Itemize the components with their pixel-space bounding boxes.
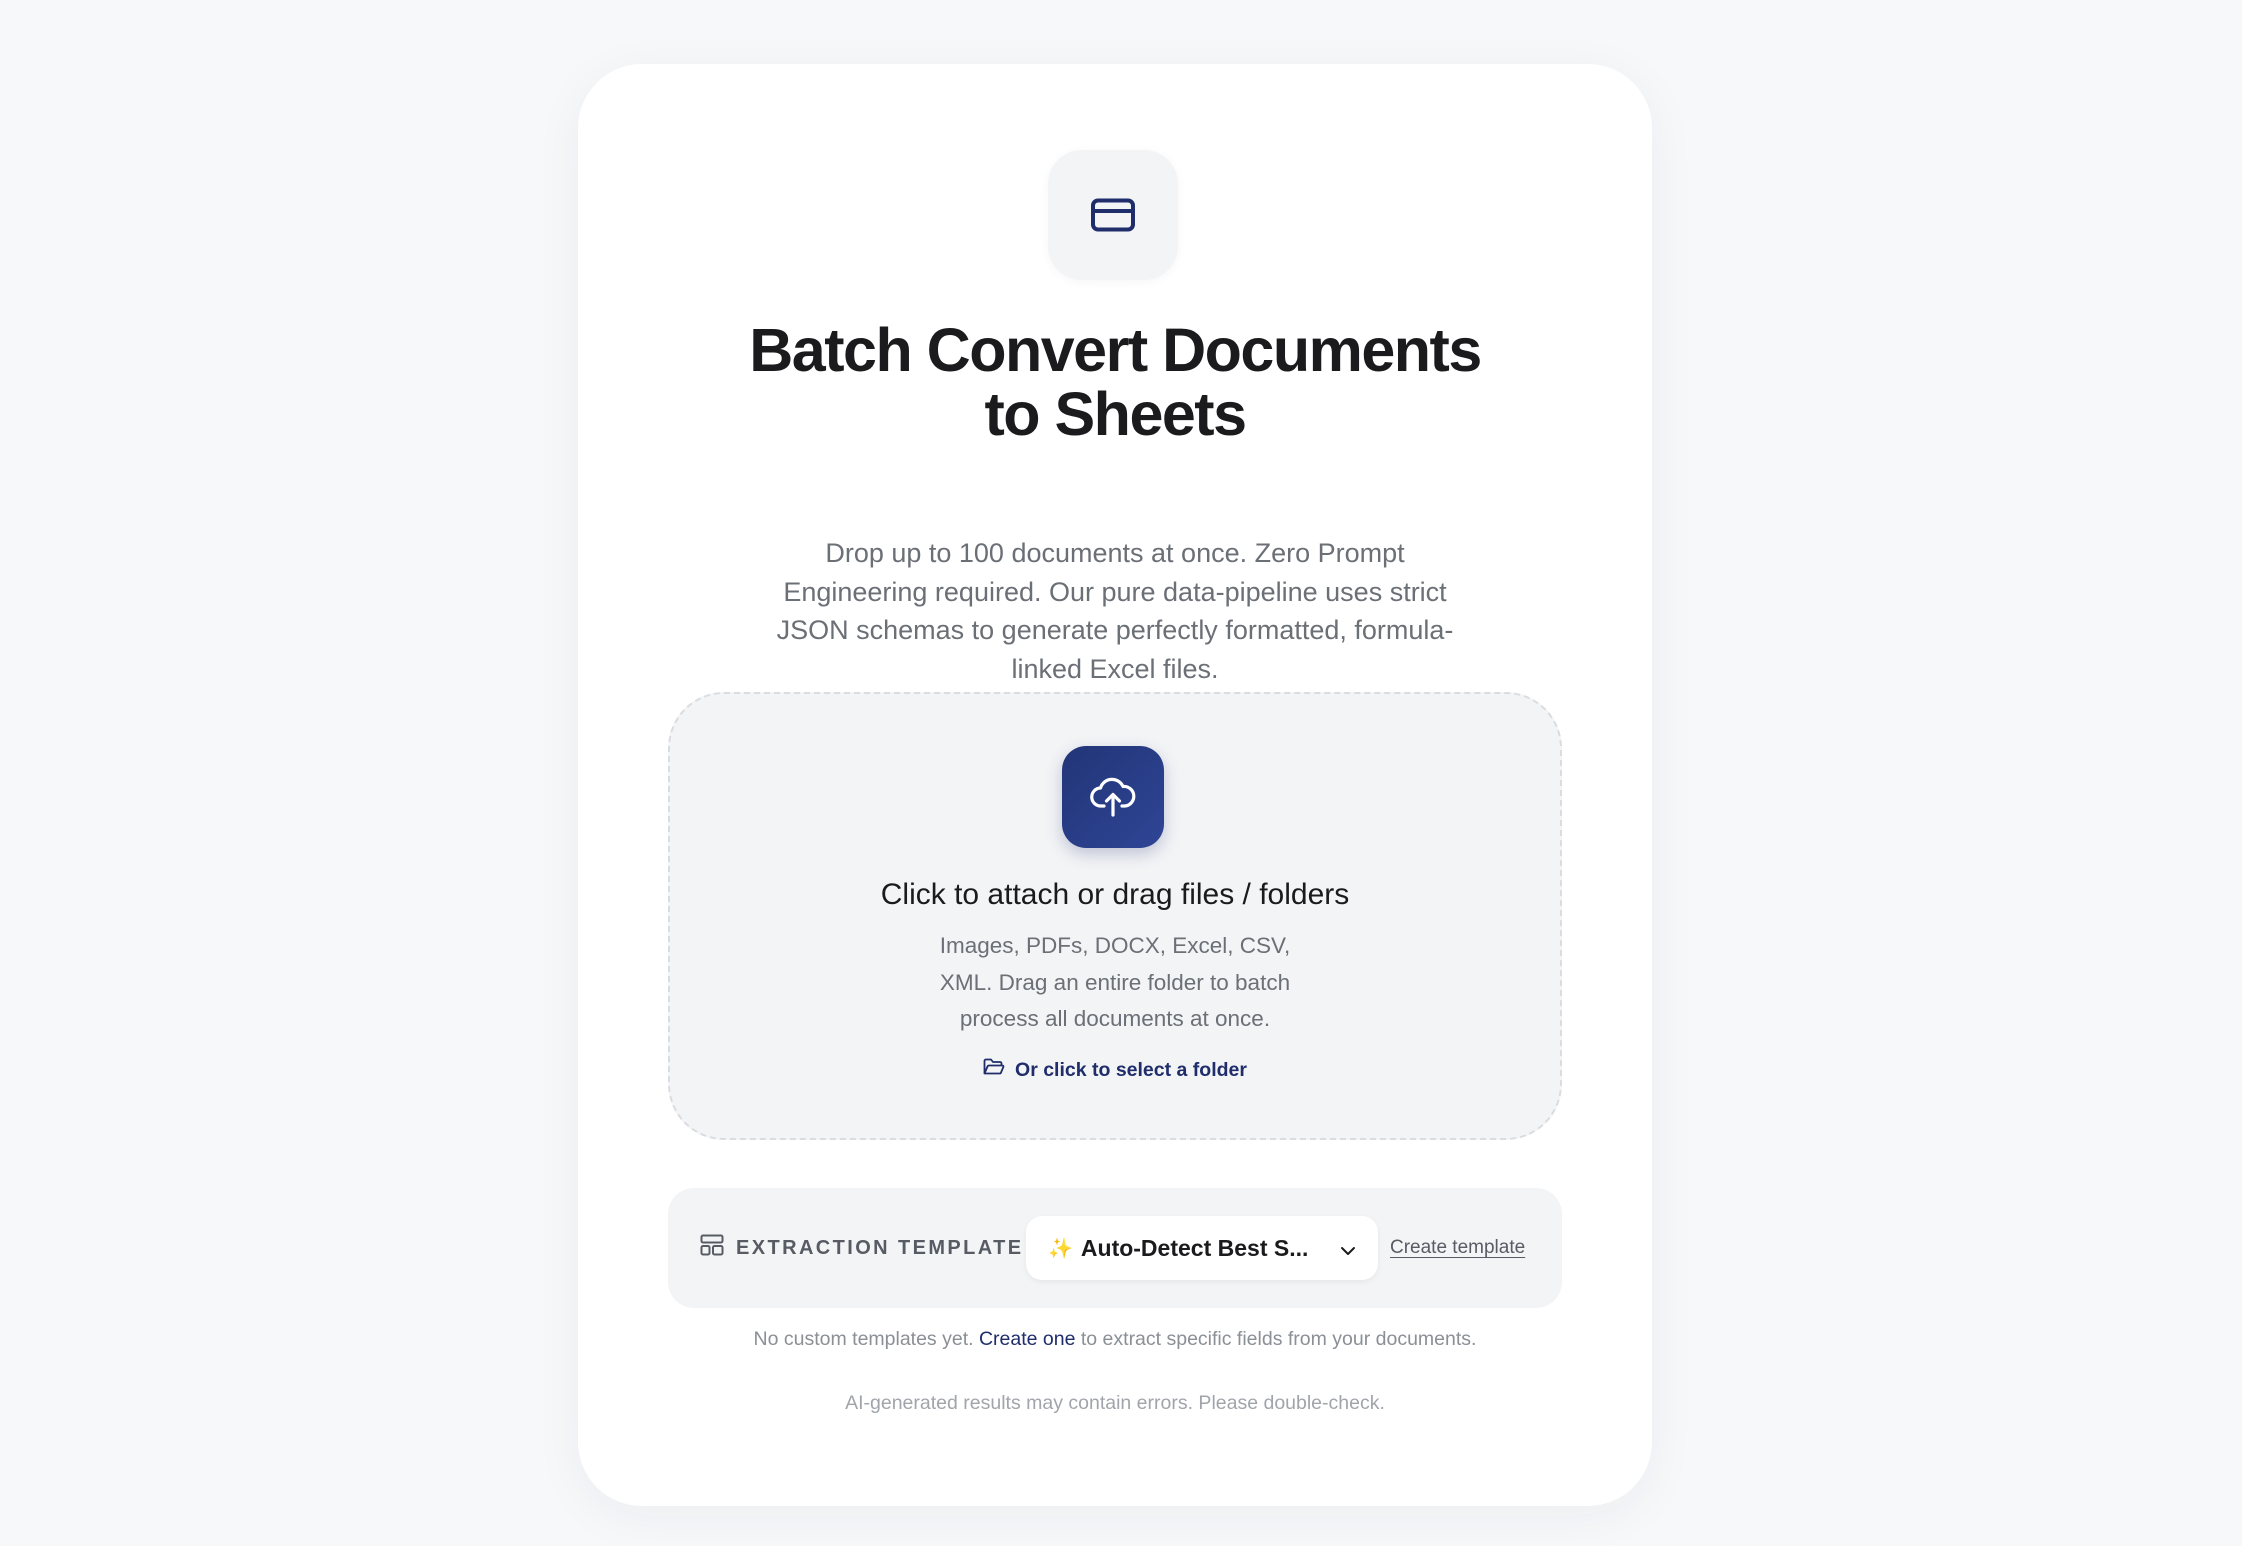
page-title-line-1: Batch Convert Documents [749, 316, 1482, 384]
dropzone-title: Click to attach or drag files / folders [880, 878, 1350, 911]
select-folder-label: Or click to select a folder [1015, 1058, 1247, 1081]
dropzone-description: Images, PDFs, DOCX, Excel, CSV, XML. Dra… [939, 933, 1291, 1031]
cloud-upload-icon[interactable] [1062, 746, 1164, 848]
template-selected-value: Auto-Detect Best S... [1080, 1234, 1309, 1261]
page-subtitle: Drop up to 100 documents at once. Zero P… [776, 538, 1454, 684]
main-card: Batch Convert Documents to Sheets Drop u… [578, 64, 1652, 1506]
credit-card-icon [1048, 150, 1178, 280]
create-template-link[interactable]: Create template [1390, 1188, 1525, 1308]
create-one-link[interactable]: Create one [979, 1328, 1075, 1350]
folder-open-icon [983, 1058, 1005, 1082]
note-text-before: No custom templates yet. [753, 1328, 974, 1350]
chevron-down-icon [1340, 1235, 1356, 1262]
extraction-template-label-text: EXTRACTION TEMPLATE [736, 1236, 1024, 1259]
file-dropzone[interactable]: Click to attach or drag files / folders … [668, 692, 1562, 1140]
note-text-after: to extract specific fields from your doc… [1080, 1328, 1477, 1350]
page-title: Batch Convert Documents to Sheets [578, 318, 1652, 446]
ai-disclaimer: AI-generated results may contain errors.… [845, 1392, 1385, 1414]
page-title-line-2: to Sheets [984, 380, 1247, 448]
select-folder-link[interactable]: Or click to select a folder [670, 1058, 1560, 1082]
extraction-template-bar: EXTRACTION TEMPLATE ✨ Auto-Detect Best S… [668, 1188, 1562, 1308]
extraction-template-label: EXTRACTION TEMPLATE [700, 1188, 1023, 1308]
template-select[interactable]: ✨ Auto-Detect Best S... [1026, 1216, 1378, 1280]
sparkles-icon: ✨ [1048, 1237, 1073, 1260]
no-templates-note: No custom templates yet. Create one to e… [578, 1328, 1652, 1351]
layout-template-icon [700, 1234, 724, 1262]
